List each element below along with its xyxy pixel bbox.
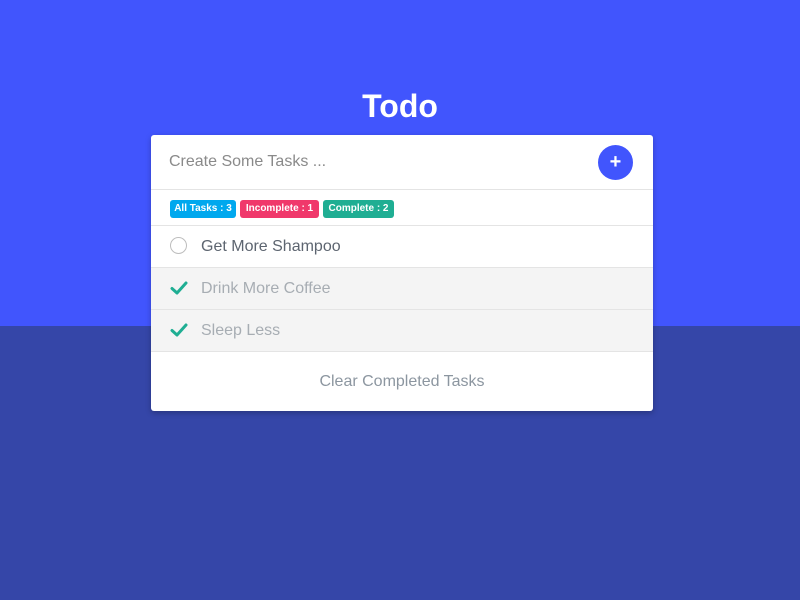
filter-bar: All Tasks : 3 Incomplete : 1 Complete : … [151,190,653,226]
empty-circle-icon[interactable] [170,237,187,254]
task-item[interactable]: Sleep Less [151,310,653,352]
task-item[interactable]: Get More Shampoo [151,226,653,268]
task-label: Drink More Coffee [201,280,331,297]
task-input-row: + [151,135,653,190]
app-title: Todo [362,88,438,124]
clear-completed-button[interactable]: Clear Completed Tasks [151,371,653,393]
card-footer: Clear Completed Tasks [151,352,653,411]
filter-incomplete-badge[interactable]: Incomplete : 1 [240,200,319,218]
checkmark-icon[interactable] [170,280,188,296]
checkmark-icon[interactable] [170,322,188,338]
todo-card: + All Tasks : 3 Incomplete : 1 Complete … [151,135,653,411]
task-label: Sleep Less [201,322,281,339]
add-task-button[interactable]: + [598,145,633,180]
filter-complete-badge[interactable]: Complete : 2 [323,200,394,218]
task-item[interactable]: Drink More Coffee [151,268,653,310]
filter-all-badge[interactable]: All Tasks : 3 [170,200,236,218]
task-label: Get More Shampoo [201,238,341,255]
task-input[interactable] [169,147,589,177]
